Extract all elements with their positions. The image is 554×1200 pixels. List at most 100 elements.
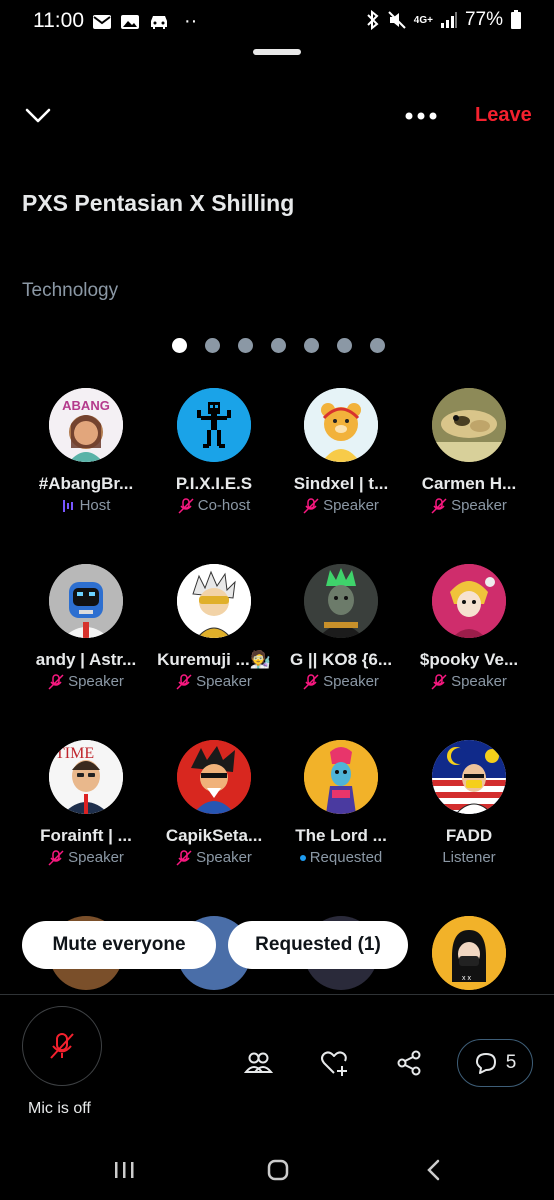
chat-button[interactable]: 5 — [457, 1039, 533, 1087]
battery-icon — [511, 10, 521, 29]
svg-text:x x: x x — [462, 975, 471, 982]
participant[interactable]: TIME Forainft | ... Speaker — [22, 740, 150, 866]
avatar — [177, 564, 251, 638]
mic-muted-icon — [178, 497, 194, 514]
participant[interactable]: The Lord ... Requested — [277, 740, 405, 866]
participant[interactable]: G || KO8 {6... Speaker — [277, 564, 405, 690]
mic-muted-icon — [48, 849, 64, 866]
avatar — [432, 564, 506, 638]
space-topic: Technology — [22, 280, 119, 301]
page-dot[interactable] — [304, 338, 319, 353]
participant-role: Speaker — [405, 497, 533, 514]
participant-name: Forainft | ... — [40, 826, 132, 845]
sheet-drag-handle[interactable] — [253, 49, 301, 55]
chevron-down-icon[interactable] — [24, 106, 52, 126]
gallery-icon — [121, 14, 139, 29]
notification-icons: ·· — [92, 10, 197, 33]
page-indicator — [172, 338, 385, 353]
mic-muted-icon — [431, 673, 447, 690]
back-icon[interactable] — [424, 1158, 442, 1182]
avatar — [432, 388, 506, 462]
avatar — [177, 388, 251, 462]
participant-role: Speaker — [405, 673, 533, 690]
avatar — [177, 740, 251, 814]
avatar — [304, 564, 378, 638]
participant-name: Carmen H... — [421, 474, 517, 493]
mic-muted-icon — [176, 673, 192, 690]
share-icon[interactable] — [394, 1048, 424, 1078]
mail-icon — [93, 14, 111, 29]
participant[interactable]: x x — [405, 916, 533, 990]
participant[interactable]: andy | Astr... Speaker — [22, 564, 150, 690]
participant-role: Listener — [442, 849, 496, 866]
recent-apps-icon[interactable] — [112, 1160, 136, 1180]
participant-name: P.I.X.I.E.S — [175, 474, 253, 493]
leave-button[interactable]: Leave — [475, 104, 532, 127]
chat-bubble-icon — [475, 1053, 496, 1074]
page-dot[interactable] — [370, 338, 385, 353]
mic-toggle-button[interactable] — [22, 1006, 102, 1086]
home-icon[interactable] — [266, 1158, 290, 1182]
participant-name: $pooky Ve... — [419, 650, 519, 669]
avatar — [49, 564, 123, 638]
more-notifications-icon: ·· — [184, 10, 198, 32]
mic-muted-icon — [303, 673, 319, 690]
participant-name: CapikSeta... — [165, 826, 263, 845]
page-dot[interactable] — [271, 338, 286, 353]
mute-everyone-button[interactable]: Mute everyone — [22, 921, 216, 969]
avatar: ABANG — [49, 388, 123, 462]
mic-muted-icon — [50, 1033, 74, 1059]
page-dot[interactable] — [337, 338, 352, 353]
reaction-heart-icon[interactable] — [319, 1048, 349, 1078]
mic-muted-icon — [176, 849, 192, 866]
participant-name: The Lord ... — [295, 826, 387, 845]
participant[interactable]: ABANG #AbangBr... Host — [22, 388, 150, 514]
participant-role: Speaker — [22, 673, 150, 690]
network-type: 4G+ — [413, 14, 433, 26]
more-options-icon[interactable] — [404, 109, 438, 123]
status-bar: 11:00 ·· 4G+ 77% — [0, 0, 554, 40]
bluetooth-icon — [367, 10, 379, 30]
participant-role: Requested — [277, 849, 405, 866]
participant-name: Sindxel | t... — [293, 474, 389, 493]
requested-dot — [299, 854, 306, 861]
avatar: TIME — [49, 740, 123, 814]
system-icons: 4G+ 77% — [366, 9, 522, 31]
avatar: x x — [432, 916, 506, 990]
participant-role: Speaker — [150, 849, 278, 866]
participant-name: G || KO8 {6... — [289, 650, 393, 669]
svg-text:TIME: TIME — [55, 745, 94, 762]
participant[interactable]: CapikSeta... Speaker — [150, 740, 278, 866]
space-title: PXS Pentasian X Shilling — [22, 190, 295, 216]
host-bars-icon — [62, 499, 73, 512]
page-dot[interactable] — [238, 338, 253, 353]
participant-role: Speaker — [22, 849, 150, 866]
mic-status-label: Mic is off — [28, 1100, 91, 1117]
divider — [0, 994, 554, 995]
mute-icon — [388, 11, 406, 29]
participant-name: Kuremuji ...🧑‍🔬 — [157, 650, 271, 669]
participant-name: andy | Astr... — [35, 650, 137, 669]
page-dot[interactable] — [205, 338, 220, 353]
participant-role: Speaker — [277, 673, 405, 690]
participant-name: #AbangBr... — [38, 474, 134, 493]
car-icon — [151, 15, 167, 29]
requested-button[interactable]: Requested (1) — [228, 921, 408, 969]
chat-count: 5 — [505, 1052, 517, 1073]
system-nav-bar — [0, 1140, 554, 1200]
participant[interactable]: Sindxel | t... Speaker — [277, 388, 405, 514]
participant[interactable]: P.I.X.I.E.S Co-host — [150, 388, 278, 514]
participant-role: Co-host — [150, 497, 278, 514]
svg-text:ABANG: ABANG — [62, 398, 110, 413]
avatar — [304, 388, 378, 462]
status-time: 11:00 — [33, 9, 84, 32]
avatar — [304, 740, 378, 814]
participant[interactable]: $pooky Ve... Speaker — [405, 564, 533, 690]
participant-role: Host — [22, 497, 150, 514]
participant[interactable]: Carmen H... Speaker — [405, 388, 533, 514]
people-icon[interactable] — [243, 1048, 273, 1078]
participant[interactable]: FADD Listener — [405, 740, 533, 866]
mic-muted-icon — [303, 497, 319, 514]
participant[interactable]: Kuremuji ...🧑‍🔬 Speaker — [150, 564, 278, 690]
page-dot-active[interactable] — [172, 338, 187, 353]
